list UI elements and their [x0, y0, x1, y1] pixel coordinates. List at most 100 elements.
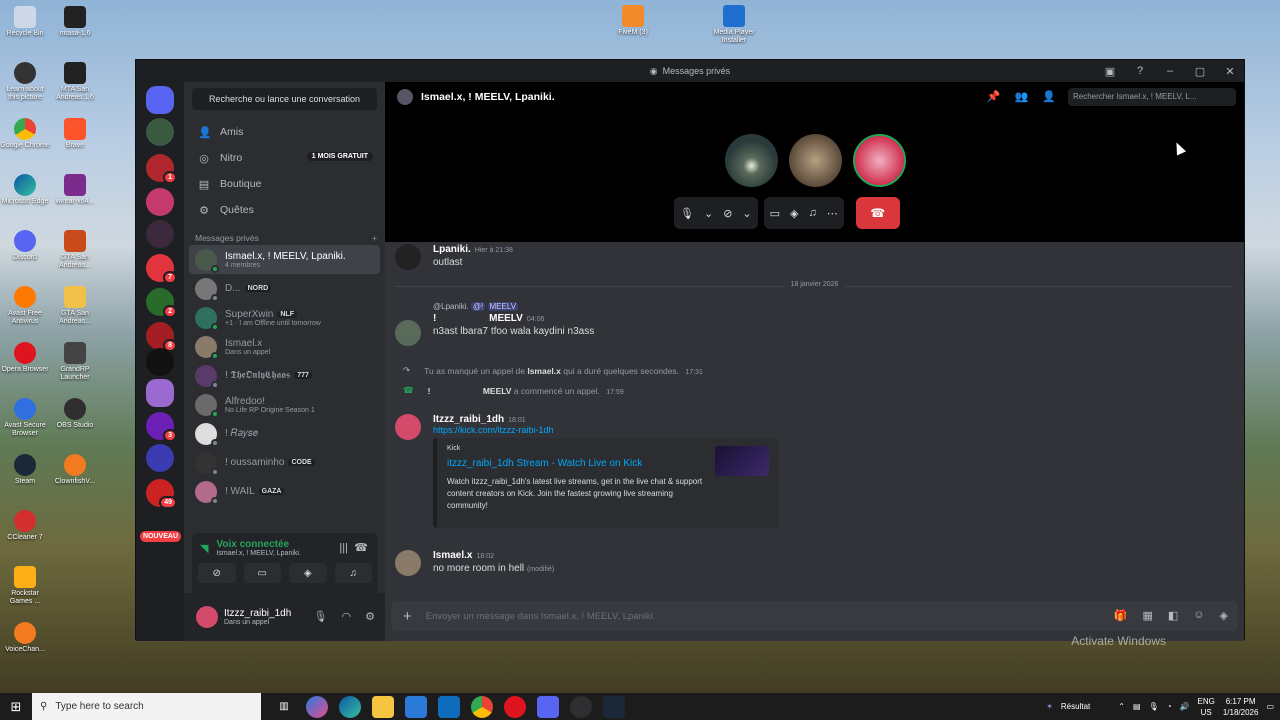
call-participant-avatar[interactable]	[789, 134, 842, 187]
store-icon[interactable]	[405, 695, 427, 718]
task-view-icon[interactable]: ▥	[273, 696, 295, 718]
dm-item[interactable]: Ismael.x, ! MEELV, Lpaniki. 4 membres	[189, 245, 380, 274]
mic-control[interactable]: 🎙 ⌄ ⊘ ⌄	[674, 197, 758, 229]
desktop-icon-clownfish[interactable]: ClownfishV...	[50, 454, 100, 486]
gif-icon[interactable]: ▦	[1142, 609, 1152, 622]
server-icon[interactable]	[146, 118, 174, 146]
pin-icon[interactable]: 📌	[987, 90, 1001, 103]
mail-icon[interactable]	[438, 695, 460, 718]
dm-item[interactable]: ! 𝑅𝑎𝑦𝑠𝑒	[189, 419, 380, 448]
nav-friends[interactable]: 👤 Amis	[184, 119, 385, 145]
file-explorer-icon[interactable]	[372, 695, 394, 718]
minimize-button[interactable]: –	[1162, 63, 1178, 79]
desktop-icon-voicechanger[interactable]: VoiceChan...	[0, 622, 50, 654]
desktop-icon-gta-sa-2[interactable]: GTA San Andreas...	[50, 286, 100, 326]
opera-icon[interactable]	[504, 695, 526, 718]
microphone-tray-icon[interactable]: 🎙	[1149, 702, 1159, 711]
noise-suppression-icon[interactable]: |||	[339, 542, 348, 554]
desktop-icon-avast[interactable]: Avast Free Antivirus	[0, 286, 50, 326]
dm-item[interactable]: ! 𝕿𝖍𝖊𝕺𝖓𝖑𝖞𝕮𝖍𝖆𝖔𝖘 777	[189, 361, 380, 390]
server-icon[interactable]	[146, 188, 174, 216]
add-dm-icon[interactable]: +	[372, 233, 377, 243]
message-composer[interactable]: + Envoyer un message dans Ismael.x, ! ME…	[391, 601, 1238, 631]
inbox-icon[interactable]: ▣	[1102, 63, 1118, 79]
hangup-button[interactable]: ☎	[855, 197, 900, 229]
screen-share-icon[interactable]: ▭	[770, 207, 780, 220]
search-input[interactable]: Rechercher Ismael.x, ! MEELV, L...	[1068, 88, 1236, 106]
server-icon[interactable]	[146, 220, 174, 248]
desktop-icon-winrar[interactable]: winrar-x64...	[50, 174, 100, 206]
soundboard-button[interactable]: ♫	[334, 563, 372, 583]
desktop-icon-learn-picture[interactable]: Learn about this picture	[0, 62, 50, 102]
dm-item[interactable]: SuperXwin NLF +1 · I am Offline until tomo…	[189, 303, 380, 332]
member-list-icon[interactable]: 👤	[1042, 90, 1056, 103]
nav-nitro[interactable]: ◎ Nitro 1 MOIS GRATUIT	[184, 145, 385, 171]
server-icon[interactable]: 7	[146, 254, 177, 284]
home-button[interactable]	[146, 86, 174, 114]
call-participant-avatar[interactable]	[853, 134, 906, 187]
desktop-icon-rockstar[interactable]: Rockstar Games ...	[0, 566, 50, 606]
avatar[interactable]	[395, 320, 421, 346]
start-button[interactable]: ⊞	[0, 693, 32, 720]
weather-text[interactable]: Résultat	[1061, 702, 1090, 711]
server-icon[interactable]: 2	[146, 288, 177, 318]
chevron-down-icon[interactable]: ⌄	[704, 207, 713, 220]
add-attachment-icon[interactable]: +	[403, 608, 412, 625]
dm-item[interactable]: ! WAIL GAZA	[189, 477, 380, 506]
server-icon[interactable]	[146, 348, 174, 376]
microphone-icon[interactable]: 🎙	[314, 610, 328, 623]
gift-icon[interactable]: 🎁	[1114, 609, 1128, 622]
message-input[interactable]: Envoyer un message dans Ismael.x, ! MEEL…	[426, 611, 656, 622]
desktop-icon-grandrp[interactable]: GrandRP Launcher	[50, 342, 100, 382]
clock[interactable]: 6:17 PM 1/18/2026	[1223, 696, 1259, 718]
desktop-icon-gta-sa-1[interactable]: GTA San Andreas...	[50, 230, 100, 270]
server-icon[interactable]: 8	[146, 322, 177, 352]
desktop-icon-obs[interactable]: OBS Studio	[50, 398, 100, 430]
chevron-up-icon[interactable]: ⌃	[1118, 702, 1125, 711]
weather-icon[interactable]: ✶	[1046, 702, 1053, 711]
language-indicator[interactable]: ENG US	[1198, 696, 1215, 718]
desktop-icon-opera[interactable]: Opera Browser	[0, 342, 50, 374]
chevron-down-icon[interactable]: ⌄	[742, 207, 751, 220]
avatar[interactable]	[196, 606, 218, 628]
wifi-icon[interactable]: ◔	[1167, 702, 1172, 711]
nav-shop[interactable]: ▤ Boutique	[184, 171, 385, 197]
server-icon[interactable]: 1	[146, 154, 177, 184]
dm-item[interactable]: ! oussaminho CODE	[189, 448, 380, 477]
chrome-icon[interactable]	[471, 695, 493, 718]
desktop-icon-edge[interactable]: Microsoft Edge	[0, 174, 50, 206]
obs-icon[interactable]	[570, 695, 592, 718]
find-conversation-button[interactable]: Recherche ou lance une conversation	[192, 88, 377, 110]
activities-button[interactable]: ◈	[289, 563, 327, 583]
avatar[interactable]	[395, 550, 421, 576]
notifications-icon[interactable]: ▭	[1266, 702, 1274, 711]
dm-item[interactable]: D... NORD	[189, 274, 380, 303]
dm-item[interactable]: Alfredoo! No Life RP Origine Season 1	[189, 390, 380, 419]
nav-quests[interactable]: ⚙ Quêtes	[184, 197, 385, 223]
desktop-icon-recycle-bin[interactable]: Recycle Bin	[0, 6, 50, 38]
copilot-icon[interactable]	[306, 695, 328, 718]
settings-icon[interactable]: ⚙	[365, 610, 375, 623]
desktop-icon-mtasa[interactable]: mtasa-1.6	[50, 6, 100, 38]
server-icon[interactable]	[146, 444, 174, 472]
screen-share-button[interactable]: ▭	[243, 563, 281, 583]
desktop-icon-mta-sa[interactable]: MTA San Andreas 1.6	[50, 62, 100, 102]
call-participant-avatar[interactable]	[725, 134, 778, 187]
network-icon[interactable]: ▤	[1133, 702, 1141, 711]
discord-taskbar-icon[interactable]	[537, 695, 559, 718]
taskbar-search[interactable]: ⚲ Type here to search	[32, 693, 261, 720]
server-icon[interactable]: 3	[146, 412, 177, 442]
add-friends-icon[interactable]: 👥	[1015, 90, 1029, 103]
edge-icon[interactable]	[339, 695, 361, 718]
more-icon[interactable]: ⋯	[827, 207, 838, 220]
emoji-icon[interactable]: ☺	[1193, 609, 1204, 622]
disconnect-icon[interactable]: ☎	[354, 541, 368, 554]
message-link[interactable]: https://kick.com/itzzz-raibi-1dh	[433, 425, 1234, 435]
avatar[interactable]	[395, 414, 421, 440]
server-icon[interactable]	[146, 379, 174, 407]
apps-icon[interactable]: ◈	[1220, 609, 1228, 622]
reply-preview[interactable]: @Lpaniki. @! MEELV	[433, 302, 1234, 311]
maximize-button[interactable]: ▢	[1192, 63, 1208, 79]
sticker-icon[interactable]: ◧	[1168, 609, 1178, 622]
desktop-icon-brave[interactable]: Brave	[50, 118, 100, 150]
